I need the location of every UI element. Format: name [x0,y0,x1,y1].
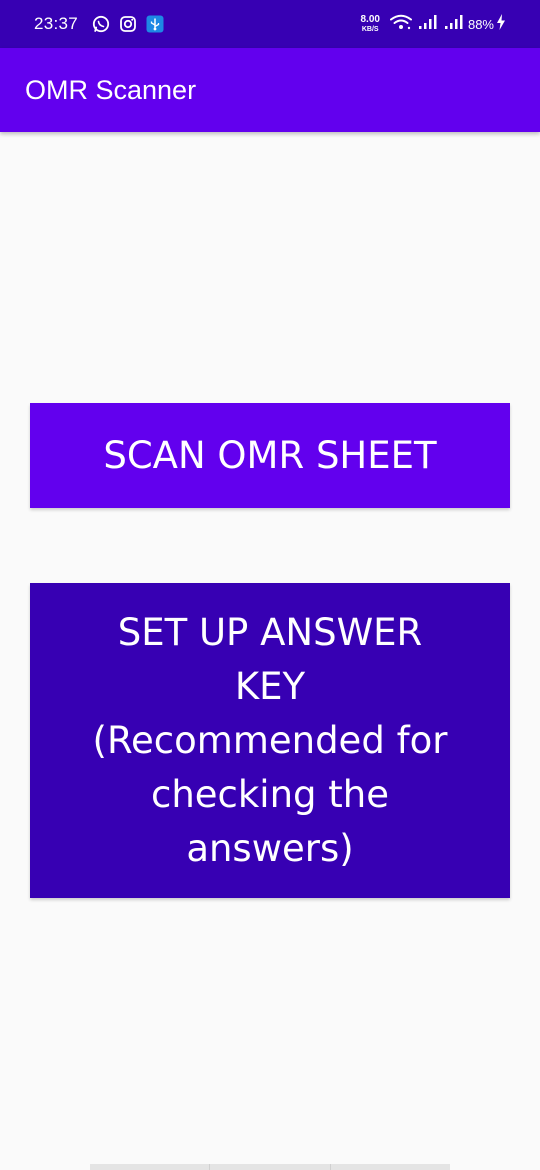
answer-key-label-line-4: checking the [150,772,390,816]
navigation-bar-hint [90,1164,450,1170]
status-indicators: 8.00 KB/S 88% [360,13,507,35]
status-bar: 23:37 8.00 KB/S 88% [0,0,540,48]
whatsapp-icon [92,15,110,33]
app-title: OMR Scanner [25,74,197,105]
network-speed-value: 8.00 [360,14,380,25]
charging-icon [496,13,506,35]
answer-key-label-line-2: KEY [234,664,306,708]
app-bar: OMR Scanner [0,48,540,132]
signal-icon-2 [444,14,464,35]
set-up-answer-key-button[interactable]: SET UP ANSWER KEY (Recommended for check… [30,583,510,898]
answer-key-label-line-1: SET UP ANSWER [117,610,423,654]
usb-icon [146,15,164,33]
instagram-icon [119,15,137,33]
nav-segment [210,1164,331,1170]
network-speed-unit: KB/S [361,26,379,33]
status-time: 23:37 [34,14,79,33]
answer-key-label-line-5: answers) [186,826,354,870]
screen: 23:37 8.00 KB/S 88% OMR Scanner SCAN OMR… [0,0,540,1170]
scan-omr-sheet-label: SCAN OMR SHEET [103,433,437,477]
signal-icon [418,14,438,35]
nav-segment [90,1164,211,1170]
network-speed: 8.00 KB/S [360,14,380,34]
wifi-icon [389,14,412,35]
battery-percent: 88% [467,16,494,32]
answer-key-label-line-3: (Recommended for [92,718,448,762]
nav-segment [331,1164,450,1170]
scan-omr-sheet-button[interactable]: SCAN OMR SHEET [30,403,510,508]
